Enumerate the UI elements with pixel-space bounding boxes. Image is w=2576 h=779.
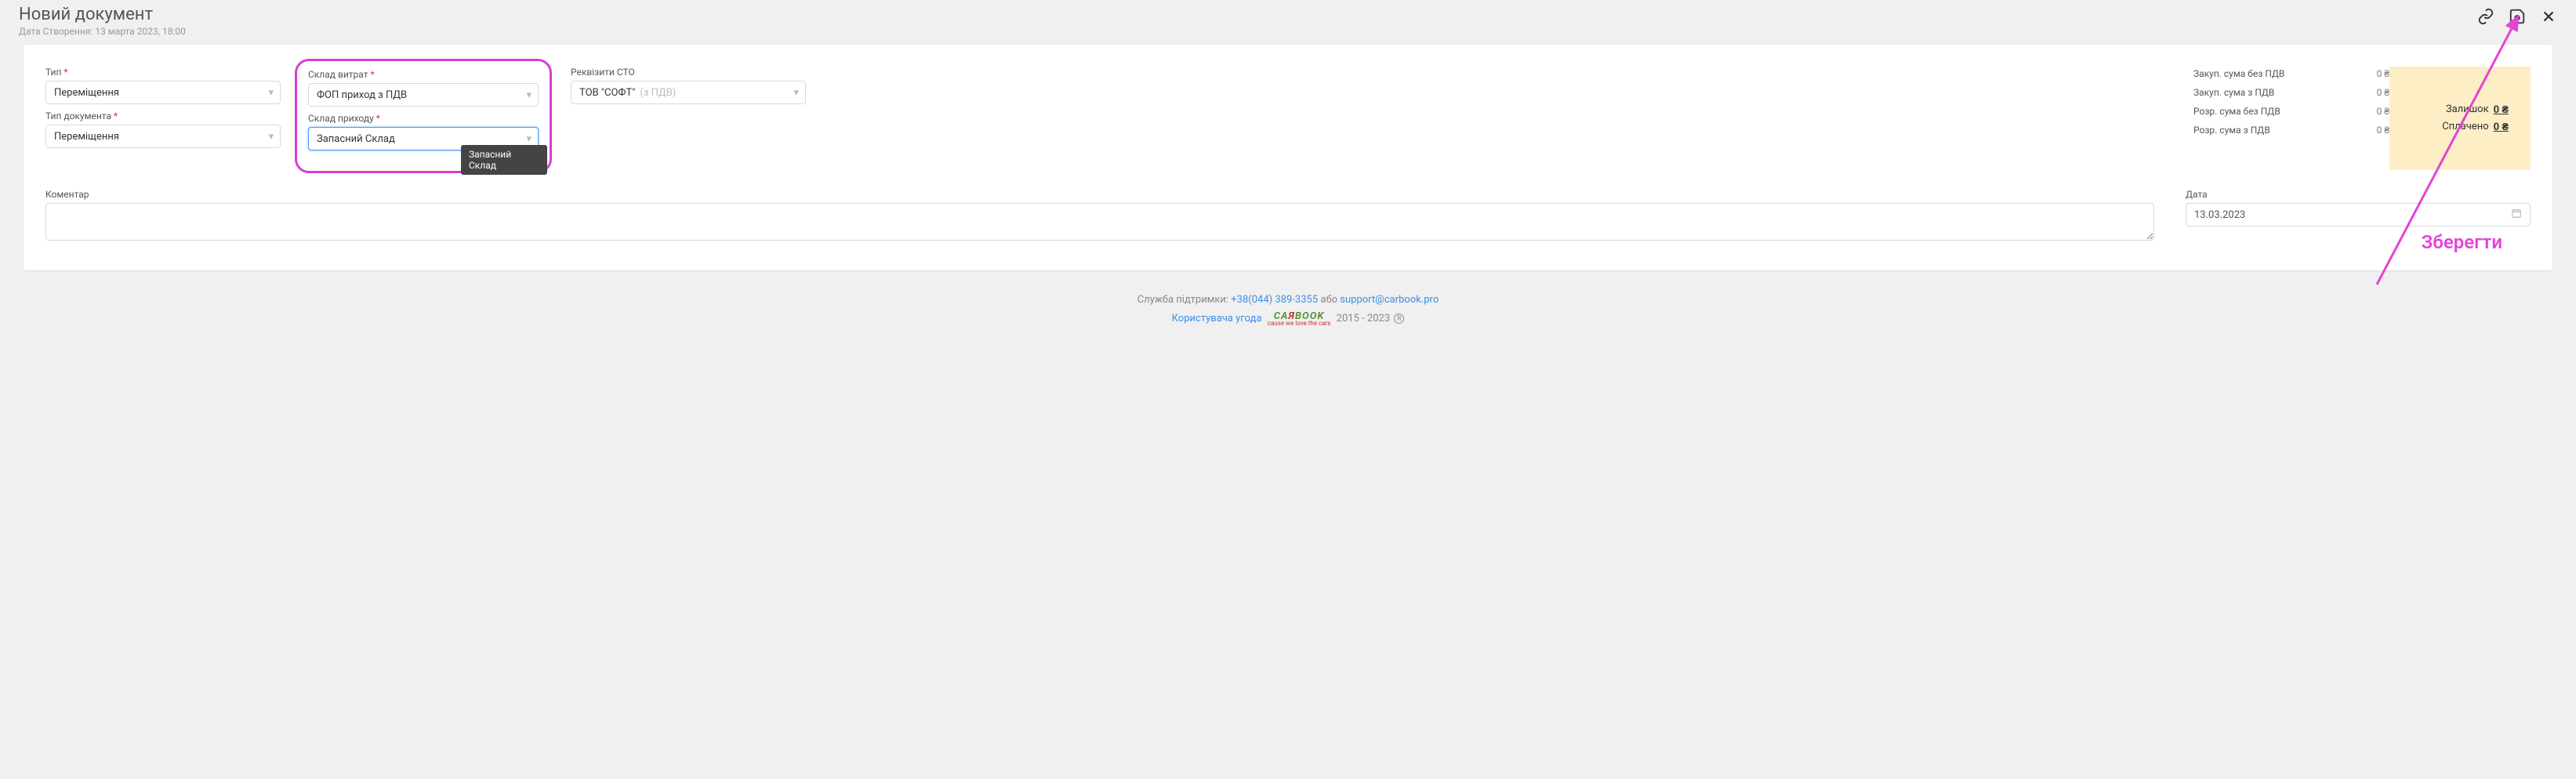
doc-type-label: Тип документа <box>45 111 281 121</box>
tooltip: Запасний Склад <box>461 145 547 175</box>
footer: Служба підтримки: +38(044) 389-3355 або … <box>0 286 2576 342</box>
income-wh-label: Склад приходу <box>308 113 539 124</box>
summary-table: Закуп. сума без ПДВ0 ₴ Закуп. сума з ПДВ… <box>2193 67 2389 170</box>
comment-label: Коментар <box>45 189 2154 200</box>
expense-wh-select[interactable]: ФОП приход з ПДВ ▾ <box>308 83 539 107</box>
requisites-select[interactable]: ТОВ "СОФТ" (з ПДВ) ▾ <box>571 81 806 104</box>
annotation-text: Зберегти <box>2422 231 2502 253</box>
header: Новий документ Дата Створення: 13 марта … <box>0 0 2576 45</box>
date-label: Дата <box>2186 189 2531 200</box>
chevron-down-icon: ▾ <box>268 131 274 143</box>
created-date: Дата Створення: 13 марта 2023, 18:00 <box>19 26 186 37</box>
expense-wh-label: Склад витрат <box>308 69 539 80</box>
chevron-down-icon: ▾ <box>793 87 799 99</box>
close-icon[interactable] <box>2540 8 2557 25</box>
page-title: Новий документ <box>19 5 186 24</box>
remain-value[interactable]: 0 ₴ <box>2494 103 2509 116</box>
logo: CAЯBOOK cause we love the cars <box>1268 310 1331 327</box>
support-phone[interactable]: +38(044) 389-3355 <box>1231 294 1318 306</box>
requisites-label: Реквізити СТО <box>571 67 806 78</box>
date-input[interactable]: 13.03.2023 <box>2186 203 2531 226</box>
chevron-down-icon: ▾ <box>526 133 532 145</box>
registered-icon: R <box>1394 313 1404 324</box>
doc-type-select[interactable]: Переміщення ▾ <box>45 125 281 148</box>
type-select[interactable]: Переміщення ▾ <box>45 81 281 104</box>
calendar-icon <box>2511 208 2522 222</box>
type-label: Тип <box>45 67 281 78</box>
chevron-down-icon: ▾ <box>268 87 274 99</box>
save-icon[interactable] <box>2509 8 2526 25</box>
paid-value[interactable]: 0 ₴ <box>2494 121 2509 133</box>
link-icon[interactable] <box>2477 8 2494 25</box>
form-card: Тип Переміщення ▾ Тип документа Переміще… <box>24 45 2552 270</box>
support-email[interactable]: support@carbook.pro <box>1340 294 1439 306</box>
agreement-link[interactable]: Користувача угода <box>1172 313 1262 324</box>
chevron-down-icon: ▾ <box>526 89 532 101</box>
payment-box: Залишок 0 ₴ Сплачено 0 ₴ <box>2389 67 2531 170</box>
comment-input[interactable] <box>45 203 2154 241</box>
